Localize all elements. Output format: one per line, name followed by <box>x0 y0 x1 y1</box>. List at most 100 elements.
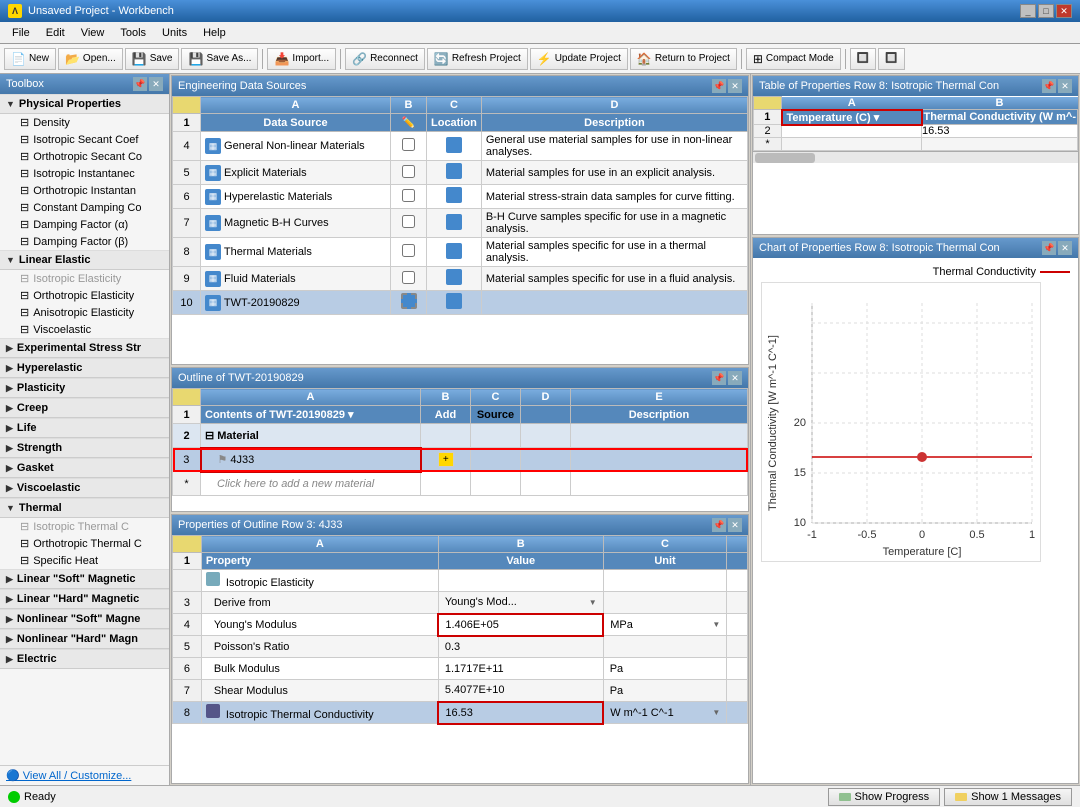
section-thermal-header[interactable]: ▼ Thermal <box>0 498 169 518</box>
props-close-btn[interactable]: ✕ <box>728 518 742 532</box>
toolbox-damping-factor-alpha[interactable]: ⊟Damping Factor (α) <box>0 216 169 233</box>
import-button[interactable]: 📥Import... <box>267 48 336 70</box>
row-4-check[interactable] <box>402 138 415 151</box>
outline-4j33-name[interactable]: ⚑ 4J33 <box>201 448 421 472</box>
new-button[interactable]: 📄New <box>4 48 56 70</box>
props-row-5[interactable]: 5 Poisson's Ratio 0.3 <box>173 636 748 658</box>
chart-pin-btn[interactable]: 📌 <box>1042 241 1056 255</box>
toolbox-constant-damping[interactable]: ⊟Constant Damping Co <box>0 199 169 216</box>
maximize-button[interactable]: □ <box>1038 4 1054 18</box>
outline-4j33-add[interactable]: + <box>421 448 471 472</box>
section-linear-soft-header[interactable]: ▶Linear "Soft" Magnetic <box>0 569 169 589</box>
toolbox-orthotropic-instantan[interactable]: ⊟Orthotropic Instantan <box>0 182 169 199</box>
refresh-button[interactable]: 🔄Refresh Project <box>427 48 528 70</box>
table-props-close-btn[interactable]: ✕ <box>1058 79 1072 93</box>
section-viscoelastic-header[interactable]: ▶Viscoelastic <box>0 478 169 498</box>
reconnect-button[interactable]: 🔗Reconnect <box>345 48 425 70</box>
eng-row-8[interactable]: 8 ▦ Thermal Materials Material samples s… <box>173 238 748 267</box>
outline-new-label[interactable]: Click here to add a new material <box>201 472 421 496</box>
props-bulk-value[interactable]: 1.1717E+11 <box>438 658 603 680</box>
save-button[interactable]: 💾Save <box>125 48 180 70</box>
add-material-btn[interactable]: + <box>438 452 454 467</box>
row-8-check[interactable] <box>402 244 415 257</box>
props-thermal-value[interactable]: 16.53 <box>438 702 603 724</box>
section-physical-properties-header[interactable]: ▼ Physical Properties <box>0 94 169 114</box>
section-plasticity-header[interactable]: ▶Plasticity <box>0 378 169 398</box>
menu-units[interactable]: Units <box>154 25 195 41</box>
section-hyperelastic-header[interactable]: ▶Hyperelastic <box>0 358 169 378</box>
props-row-8[interactable]: 8 Isotropic Thermal Conductivity 16.53 <box>173 702 748 724</box>
eng-row-9[interactable]: 9 ▦ Fluid Materials Material samples spe… <box>173 267 748 291</box>
chart-close-btn[interactable]: ✕ <box>1058 241 1072 255</box>
toolbox-pin[interactable]: 📌 <box>133 77 147 91</box>
view-all-link[interactable]: 🔵 View All / Customize... <box>6 770 131 782</box>
toolbox-isotropic-instantanec[interactable]: ⊟Isotropic Instantanec <box>0 165 169 182</box>
eng-row-5[interactable]: 5 ▦ Explicit Materials Material samples … <box>173 161 748 185</box>
props-pin-btn[interactable]: 📌 <box>712 518 726 532</box>
props-shear-value[interactable]: 5.4077E+10 <box>438 680 603 702</box>
section-nonlinear-hard-header[interactable]: ▶Nonlinear "Hard" Magn <box>0 629 169 649</box>
tp-row-2[interactable]: 2 16.53 <box>754 125 1078 138</box>
props-row-4[interactable]: 4 Young's Modulus 1.406E+05 MPa ▼ <box>173 614 748 636</box>
tp-hscroll[interactable] <box>753 151 1078 163</box>
toolbox-orthotropic-elasticity[interactable]: ⊟Orthotropic Elasticity <box>0 287 169 304</box>
compact-button[interactable]: ⊞Compact Mode <box>746 48 841 70</box>
eng-data-close-btn[interactable]: ✕ <box>728 79 742 93</box>
section-linear-elastic-header[interactable]: ▼ Linear Elastic <box>0 250 169 270</box>
update-button[interactable]: ⚡Update Project <box>530 48 628 70</box>
toolbox-close[interactable]: ✕ <box>149 77 163 91</box>
tp-row-star-temp[interactable] <box>782 138 922 151</box>
filter-btn1[interactable]: 🔲 <box>850 48 876 70</box>
show-messages-btn[interactable]: Show 1 Messages <box>944 788 1072 806</box>
row-9-check[interactable] <box>402 271 415 284</box>
props-derive-value[interactable]: Young's Mod... ▼ <box>438 592 603 614</box>
filter-btn2[interactable]: 🔲 <box>878 48 904 70</box>
menu-help[interactable]: Help <box>195 25 234 41</box>
props-poisson-value[interactable]: 0.3 <box>438 636 603 658</box>
toolbox-isotropic-elasticity[interactable]: ⊟Isotropic Elasticity <box>0 270 169 287</box>
toolbox-orthotropic-thermal[interactable]: ⊟Orthotropic Thermal C <box>0 535 169 552</box>
section-linear-hard-header[interactable]: ▶Linear "Hard" Magnetic <box>0 589 169 609</box>
toolbox-isotropic-thermal[interactable]: ⊟Isotropic Thermal C <box>0 518 169 535</box>
tp-row-2-temp[interactable] <box>782 125 922 138</box>
outline-pin-btn[interactable]: 📌 <box>712 371 726 385</box>
tp-row-star[interactable]: * <box>754 138 1078 151</box>
section-strength-header[interactable]: ▶Strength <box>0 438 169 458</box>
section-gasket-header[interactable]: ▶Gasket <box>0 458 169 478</box>
menu-tools[interactable]: Tools <box>112 25 154 41</box>
props-youngs-value[interactable]: 1.406E+05 <box>438 614 603 636</box>
eng-row-6[interactable]: 6 ▦ Hyperelastic Materials Material stre… <box>173 185 748 209</box>
toolbox-anisotropic-elasticity[interactable]: ⊟Anisotropic Elasticity <box>0 304 169 321</box>
toolbox-density[interactable]: ⊟Density <box>0 114 169 131</box>
menu-file[interactable]: File <box>4 25 38 41</box>
outline-4j33-row[interactable]: 3 ⚑ 4J33 + <box>173 448 748 472</box>
toolbox-orthotropic-secant-co[interactable]: ⊟Orthotropic Secant Co <box>0 148 169 165</box>
props-row-3[interactable]: 3 Derive from Young's Mod... ▼ <box>173 592 748 614</box>
section-electric-header[interactable]: ▶Electric <box>0 649 169 669</box>
toolbox-damping-factor-beta[interactable]: ⊟Damping Factor (β) <box>0 233 169 250</box>
section-nonlinear-soft-header[interactable]: ▶Nonlinear "Soft" Magne <box>0 609 169 629</box>
eng-row-7[interactable]: 7 ▦ Magnetic B-H Curves B-H Curve sample… <box>173 209 748 238</box>
tp-row-2-conductivity[interactable]: 16.53 <box>922 125 1078 138</box>
toolbox-isotropic-secant-coef[interactable]: ⊟Isotropic Secant Coef <box>0 131 169 148</box>
section-life-header[interactable]: ▶Life <box>0 418 169 438</box>
row-6-check[interactable] <box>402 189 415 202</box>
menu-view[interactable]: View <box>73 25 113 41</box>
show-progress-btn[interactable]: Show Progress <box>828 788 941 806</box>
open-button[interactable]: 📂Open... <box>58 48 123 70</box>
outline-close-btn[interactable]: ✕ <box>728 371 742 385</box>
close-button[interactable]: ✕ <box>1056 4 1072 18</box>
props-row-6[interactable]: 6 Bulk Modulus 1.1717E+11 Pa <box>173 658 748 680</box>
save-as-button[interactable]: 💾Save As... <box>181 48 258 70</box>
eng-row-10[interactable]: 10 ▦ TWT-20190829 <box>173 291 748 315</box>
row-7-check[interactable] <box>402 215 415 228</box>
section-creep-header[interactable]: ▶Creep <box>0 398 169 418</box>
tp-hscroll-thumb[interactable] <box>755 153 815 163</box>
tp-row-star-conductivity[interactable] <box>922 138 1078 151</box>
outline-new-row[interactable]: * Click here to add a new material <box>173 472 748 496</box>
toolbox-footer[interactable]: 🔵 View All / Customize... <box>0 765 169 785</box>
toolbox-specific-heat[interactable]: ⊟Specific Heat <box>0 552 169 569</box>
eng-data-pin-btn[interactable]: 📌 <box>712 79 726 93</box>
toolbox-viscoelastic[interactable]: ⊟Viscoelastic <box>0 321 169 338</box>
table-props-pin-btn[interactable]: 📌 <box>1042 79 1056 93</box>
